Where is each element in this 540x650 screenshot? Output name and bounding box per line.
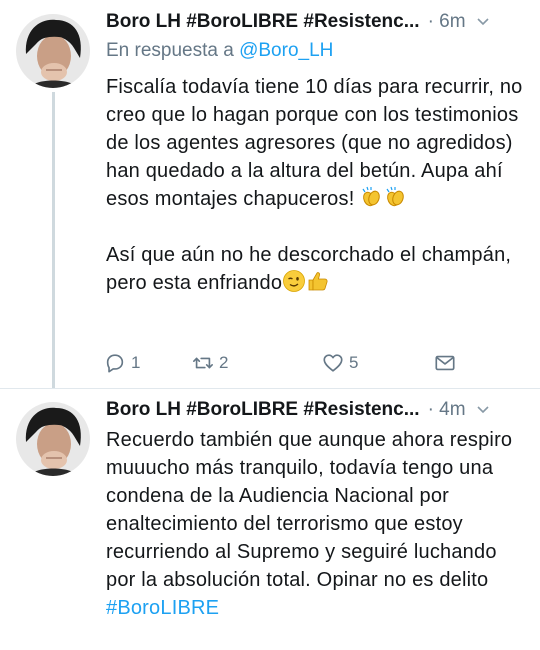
- author-name[interactable]: Boro LH #BoroLIBRE #Resistenc...: [106, 11, 420, 33]
- hashtag-link[interactable]: #BoroLIBRE: [106, 597, 219, 619]
- avatar[interactable]: [16, 402, 90, 476]
- envelope-icon: [435, 355, 455, 371]
- tweet-header: Boro LH #BoroLIBRE #Resistenc... · 6m: [106, 9, 528, 35]
- reply-count: 1: [131, 353, 141, 372]
- tweet[interactable]: Boro LH #BoroLIBRE #Resistenc... · 4m Re…: [0, 389, 540, 650]
- like-button[interactable]: 5: [322, 352, 358, 374]
- tweet-header: Boro LH #BoroLIBRE #Resistenc... · 4m: [106, 397, 528, 423]
- retweet-count: 2: [219, 353, 229, 372]
- avatar[interactable]: [16, 14, 90, 88]
- reply-context: En respuesta a @Boro_LH: [106, 40, 333, 62]
- chevron-down-icon[interactable]: [476, 15, 490, 29]
- chevron-down-icon[interactable]: [476, 403, 490, 417]
- timestamp[interactable]: · 4m: [428, 399, 466, 421]
- retweet-button[interactable]: 2: [192, 352, 228, 374]
- clapping-hands-icon: [362, 186, 381, 207]
- tweet-paragraph: Recuerdo también que aunque ahora respir…: [106, 429, 513, 619]
- clapping-hands-icon: [386, 186, 405, 207]
- thread-line: [52, 92, 55, 388]
- thumbs-up-icon: [308, 272, 328, 291]
- author-name[interactable]: Boro LH #BoroLIBRE #Resistenc...: [106, 399, 420, 421]
- retweet-icon: [193, 357, 213, 369]
- direct-message-button[interactable]: [434, 352, 456, 374]
- reply-button[interactable]: 1: [104, 352, 140, 374]
- tweet-text: Recuerdo también que aunque ahora respir…: [106, 426, 526, 622]
- reply-prefix: En respuesta a: [106, 40, 240, 61]
- timestamp[interactable]: · 6m: [428, 11, 466, 33]
- tweet-paragraph: Así que aún no he descorchado el champán…: [106, 244, 512, 294]
- winking-face-icon: [283, 270, 306, 292]
- reply-handle-link[interactable]: @Boro_LH: [239, 40, 333, 61]
- reply-icon: [106, 354, 124, 373]
- heart-icon: [323, 354, 343, 372]
- tweet-actions: 1 2 5: [104, 352, 464, 378]
- tweet-text: Fiscalía todavía tiene 10 días para recu…: [106, 73, 526, 297]
- like-count: 5: [349, 353, 359, 372]
- tweet-paragraph: Fiscalía todavía tiene 10 días para recu…: [106, 76, 523, 210]
- tweet[interactable]: Boro LH #BoroLIBRE #Resistenc... · 6m En…: [0, 0, 540, 389]
